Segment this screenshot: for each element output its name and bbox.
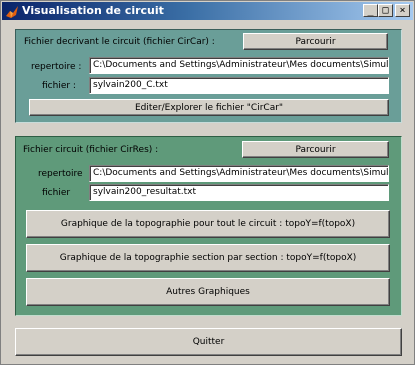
cirres-fichier-label: fichier: [42, 188, 71, 198]
circar-heading: Fichier decrivant le circuit (fichier Ci…: [24, 37, 215, 47]
cirres-fichier-field[interactable]: sylvain200_resultat.txt: [89, 184, 389, 201]
edit-circar-button[interactable]: Editer/Explorer le fichier "CirCar": [29, 99, 389, 116]
circar-fichier-label: fichier :: [42, 81, 76, 91]
app-window: Visualisation de circuit _ □ × Fichier d…: [0, 0, 415, 365]
topo-section-button[interactable]: Graphique de la topographie section par …: [26, 244, 390, 272]
minimize-button[interactable]: _: [363, 4, 378, 17]
circar-repertoire-field[interactable]: C:\Documents and Settings\Administrateur…: [89, 57, 389, 74]
cirres-heading: Fichier circuit (fichier CirRes) :: [23, 145, 159, 155]
cirres-panel: Fichier circuit (fichier CirRes) : Parco…: [15, 136, 402, 316]
quit-button[interactable]: Quitter: [15, 328, 402, 356]
circar-panel: Fichier decrivant le circuit (fichier Ci…: [15, 29, 402, 123]
cirres-repertoire-field[interactable]: C:\Documents and Settings\Administrateur…: [89, 165, 389, 182]
topo-full-circuit-button[interactable]: Graphique de la topographie pour tout le…: [26, 210, 390, 238]
matlab-logo-icon: [5, 4, 19, 18]
title-bar[interactable]: Visualisation de circuit _ □ ×: [2, 2, 413, 20]
circar-repertoire-label: repertoire :: [31, 62, 82, 72]
circar-fichier-field[interactable]: sylvain200_C.txt: [89, 77, 389, 94]
circar-browse-button[interactable]: Parcourir: [243, 33, 388, 50]
cirres-browse-button[interactable]: Parcourir: [242, 141, 389, 158]
cirres-repertoire-label: repertoire: [38, 169, 83, 179]
other-graphs-button[interactable]: Autres Graphiques: [26, 278, 390, 306]
maximize-button[interactable]: □: [378, 4, 393, 17]
close-button[interactable]: ×: [395, 4, 410, 17]
window-title: Visualisation de circuit: [22, 4, 164, 17]
